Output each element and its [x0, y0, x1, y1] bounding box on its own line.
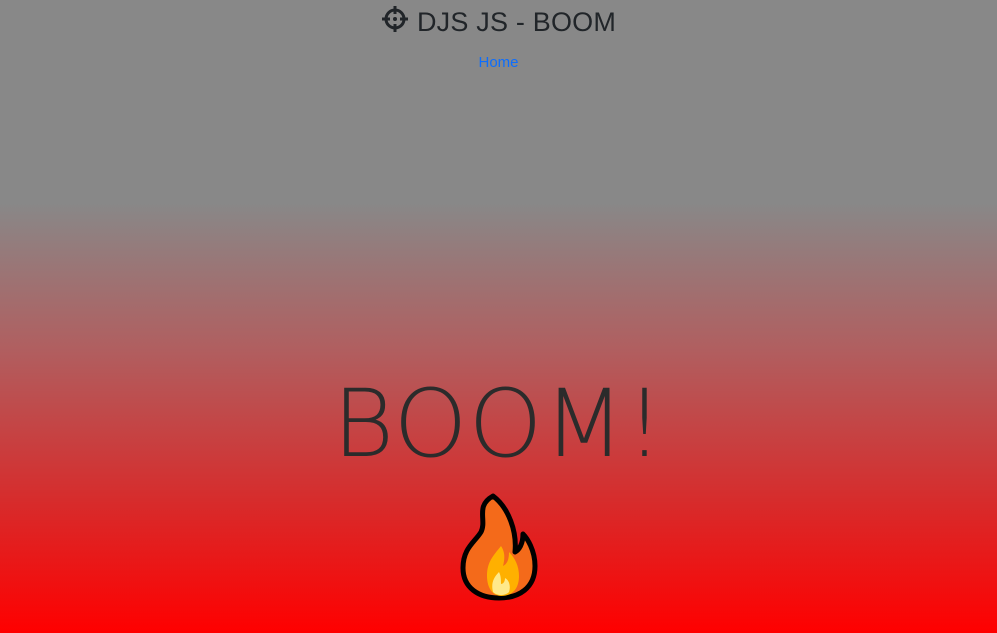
nav-bar: Home [0, 54, 997, 71]
site-title: DJS JS - BOOM [381, 5, 616, 40]
site-title-text: DJS JS - BOOM [416, 7, 617, 37]
crosshair-icon [381, 5, 409, 40]
nav-link-home[interactable]: Home [478, 54, 518, 71]
page-header: DJS JS - BOOM Home [0, 0, 997, 71]
fire-icon [457, 492, 541, 602]
boom-heading: BOOM! [332, 370, 665, 479]
hero: BOOM! [0, 378, 997, 607]
